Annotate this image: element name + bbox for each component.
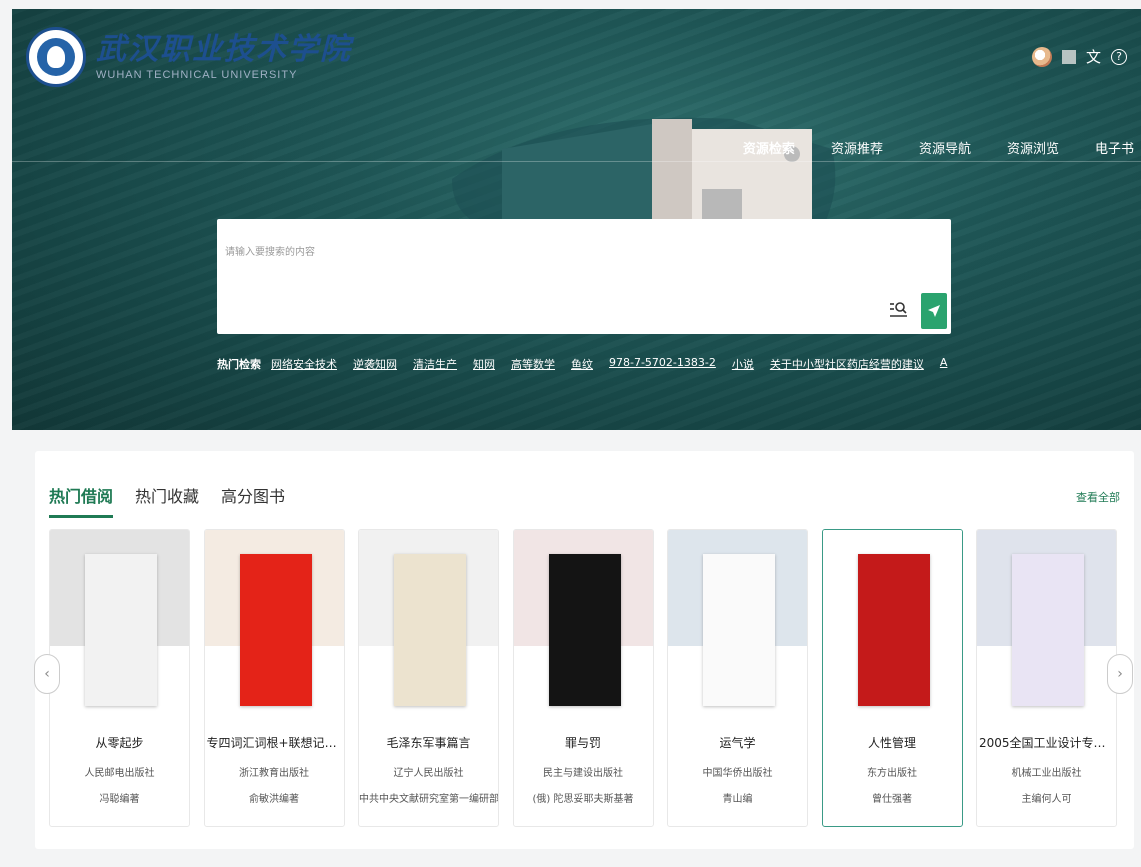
search-input[interactable]	[217, 219, 877, 334]
chevron-right-icon: ›	[1117, 666, 1123, 682]
logo-en: WUHAN TECHNICAL UNIVERSITY	[96, 69, 298, 81]
book-publisher: 人民邮电出版社	[84, 768, 155, 779]
book-author: 曾仕强著	[872, 794, 912, 805]
nav-item-ebook[interactable]: 电子书	[1095, 138, 1134, 157]
hot-search-term[interactable]: 978-7-5702-1383-2	[609, 356, 716, 372]
hot-search-term[interactable]: 清洁生产	[413, 356, 457, 372]
username-blurred[interactable]	[1061, 50, 1076, 64]
send-icon	[928, 305, 940, 317]
hot-search-term[interactable]: 鱼纹	[571, 356, 593, 372]
nav-item-resource-browse[interactable]: 资源浏览	[1007, 138, 1059, 157]
book-card[interactable]: 人性管理东方出版社曾仕强著	[821, 529, 963, 827]
book-carousel: 从零起步 人民邮电出版社 冯聪编著 专四词汇词根+联想记忆法 浙江教育出版社 俞敏洪编著毛…	[49, 529, 1134, 827]
book-author: 冯聪编著	[99, 794, 140, 805]
hot-search-term[interactable]: 高等数学	[511, 356, 555, 372]
scan-search-icon[interactable]	[889, 301, 909, 319]
hot-search-term[interactable]: A	[940, 356, 948, 372]
carousel-prev-button[interactable]: ‹	[34, 654, 60, 694]
avatar[interactable]	[1031, 47, 1052, 67]
hot-search-term[interactable]: 逆袭知网	[353, 356, 397, 372]
book-author: 青山编	[722, 794, 753, 805]
language-icon[interactable]: 文	[1086, 48, 1101, 66]
book-title[interactable]: 运气学	[668, 734, 807, 751]
book-title[interactable]: 专四词汇词根+联想记忆法	[205, 734, 344, 751]
hot-search-bar: 热门检索 网络安全技术 逆袭知网 清洁生产 知网 高等数学 鱼纹 978-7-5…	[217, 356, 963, 372]
nav-item-resource-search[interactable]: 资源检索	[743, 138, 795, 157]
book-title[interactable]: 罪与罚	[514, 734, 653, 751]
book-title[interactable]: 从零起步	[50, 734, 189, 751]
book-title[interactable]: 人性管理	[823, 734, 962, 751]
hero-banner: 武汉职业技术学院 WUHAN TECHNICAL UNIVERSITY 文 ? …	[12, 9, 1141, 430]
chevron-left-icon: ‹	[44, 666, 50, 682]
search-box	[217, 219, 951, 334]
book-author: 中共中央文献研究室第一编研部著	[359, 794, 498, 805]
nav-item-resource-navigation[interactable]: 资源导航	[919, 138, 971, 157]
book-publisher: 辽宁人民出版社	[393, 768, 464, 779]
book-card[interactable]: 专四词汇词根+联想记忆法浙江教育出版社 俞敏洪编著	[203, 529, 345, 827]
page: 武汉职业技术学院 WUHAN TECHNICAL UNIVERSITY 文 ? …	[0, 0, 1141, 867]
book-card[interactable]: 运气学中国华侨出版社 青山编	[667, 529, 808, 827]
tab-hot-borrow[interactable]: 热门借阅	[49, 483, 114, 518]
logo-cn: 武汉职业技术学院	[96, 32, 352, 67]
book-tabs: 热门借阅 热门收藏 高分图书	[49, 483, 307, 518]
carousel-next-button[interactable]: ›	[1107, 654, 1133, 694]
hot-search-term[interactable]: 网络安全技术	[271, 356, 337, 372]
seal-icon	[26, 27, 86, 87]
tab-high-score[interactable]: 高分图书	[221, 483, 285, 518]
main-nav: 资源检索 资源推荐 资源导航 资源浏览 电子书	[707, 138, 1134, 157]
university-logo[interactable]: 武汉职业技术学院 WUHAN TECHNICAL UNIVERSITY	[26, 27, 352, 87]
header-divider	[12, 161, 1141, 162]
book-cover[interactable]	[1012, 554, 1084, 706]
hot-search-term[interactable]: 关于中小型社区药店经营的建议	[770, 356, 924, 372]
book-cover[interactable]	[85, 554, 157, 706]
book-card[interactable]: 从零起步人民邮电出版社 冯聪编著	[49, 529, 190, 827]
book-publisher: 民主与建设出版社	[543, 768, 623, 779]
hot-search-term[interactable]: 小说	[732, 356, 754, 372]
help-icon[interactable]: ?	[1111, 49, 1127, 65]
book-card[interactable]: 2005全国工业设计专业大学生... 机械工业出版社主编何人可	[976, 529, 1117, 827]
book-cover[interactable]	[857, 554, 930, 706]
nav-item-resource-recommend[interactable]: 资源推荐	[831, 138, 883, 157]
search-submit-button[interactable]	[921, 293, 947, 329]
book-card[interactable]: 罪与罚民主与建设出版社 (俄) 陀思妥耶夫斯基著	[512, 529, 654, 827]
user-bar: 文 ?	[1031, 47, 1127, 67]
book-cover[interactable]	[394, 554, 466, 706]
book-cover[interactable]	[548, 554, 621, 706]
book-card[interactable]: 毛泽东军事篇言辽宁人民出版社中共中央文献研究室第一编研部著	[358, 529, 499, 827]
book-title[interactable]: 毛泽东军事篇言	[359, 734, 498, 751]
tab-hot-favorite[interactable]: 热门收藏	[135, 483, 199, 518]
book-author: (俄) 陀思妥耶夫斯基著	[532, 794, 634, 805]
view-all-link[interactable]: 查看全部	[1076, 489, 1120, 505]
book-author: 主编何人可	[1021, 794, 1072, 805]
hot-search-term[interactable]: 知网	[473, 356, 495, 372]
book-panel: 热门借阅 热门收藏 高分图书 查看全部 从零起步 人民邮电出版社 冯聪编著 专四词汇词…	[35, 451, 1134, 849]
book-author: 俞敏洪编著	[249, 794, 299, 805]
book-publisher: 东方出版社	[867, 768, 917, 779]
book-publisher: 机械工业出版社	[1011, 768, 1082, 779]
book-cover[interactable]	[239, 554, 312, 706]
book-title[interactable]: 2005全国工业设计专业大学生...	[977, 734, 1116, 751]
book-publisher: 浙江教育出版社	[239, 768, 309, 779]
hot-search-label: 热门检索	[217, 358, 261, 371]
book-cover[interactable]	[703, 554, 775, 706]
book-publisher: 中国华侨出版社	[702, 768, 773, 779]
